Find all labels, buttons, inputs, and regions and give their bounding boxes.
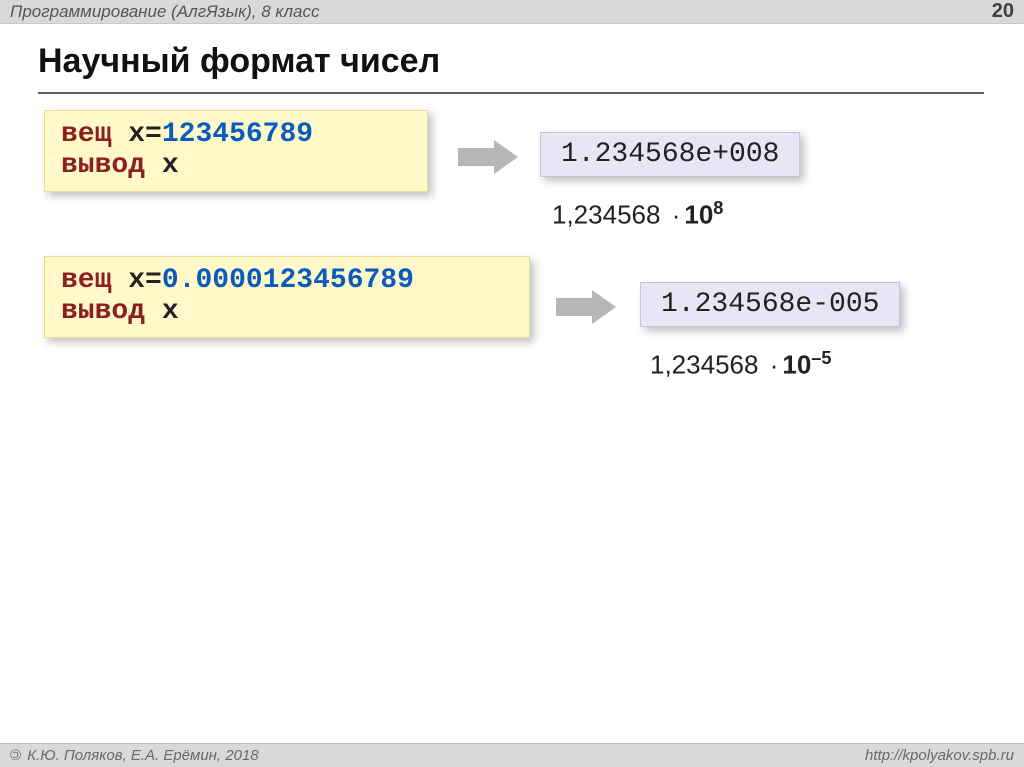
output-text: 1.234568e-005 bbox=[661, 289, 879, 320]
equals-sign: = bbox=[145, 119, 162, 150]
code-var: x bbox=[128, 119, 145, 150]
output-text: 1.234568e+008 bbox=[561, 139, 779, 170]
slide: Программирование (АлгЯзык), 8 класс 20 Н… bbox=[0, 0, 1024, 767]
math-notation-2: 1,234568 ·10–5 bbox=[650, 348, 832, 381]
code-var: x bbox=[162, 296, 179, 327]
arrow-icon bbox=[458, 140, 518, 174]
output-box-2: 1.234568e-005 bbox=[640, 282, 900, 327]
page-number: 20 bbox=[992, 0, 1014, 23]
code-line: вещ x=123456789 bbox=[61, 119, 411, 150]
math-base: 10 bbox=[684, 200, 713, 230]
math-dot: · bbox=[668, 200, 685, 230]
header-bar: Программирование (АлгЯзык), 8 класс 20 bbox=[0, 0, 1024, 24]
output-box-1: 1.234568e+008 bbox=[540, 132, 800, 177]
math-mantissa: 1,234568 bbox=[650, 350, 758, 380]
code-literal: 0.0000123456789 bbox=[162, 265, 414, 296]
keyword-type: вещ bbox=[61, 119, 111, 150]
code-line: вывод x bbox=[61, 296, 513, 327]
keyword-type: вещ bbox=[61, 265, 111, 296]
math-exponent: 8 bbox=[713, 198, 723, 218]
copyleft-icon: © bbox=[10, 747, 21, 764]
code-literal: 123456789 bbox=[162, 119, 313, 150]
arrow-icon bbox=[556, 290, 616, 324]
math-base: 10 bbox=[782, 350, 811, 380]
keyword-output: вывод bbox=[61, 296, 145, 327]
math-mantissa: 1,234568 bbox=[552, 200, 660, 230]
footer-url: http://kpolyakov.spb.ru bbox=[865, 747, 1014, 764]
code-line: вывод x bbox=[61, 150, 411, 181]
page-title: Научный формат чисел bbox=[38, 42, 440, 81]
footer-bar: © К.Ю. Поляков, Е.А. Ерёмин, 2018 http:/… bbox=[0, 743, 1024, 767]
title-underline bbox=[38, 92, 984, 94]
keyword-output: вывод bbox=[61, 150, 145, 181]
math-dot: · bbox=[766, 350, 783, 380]
code-box-1: вещ x=123456789 вывод x bbox=[44, 110, 428, 192]
code-var: x bbox=[162, 150, 179, 181]
equals-sign: = bbox=[145, 265, 162, 296]
breadcrumb: Программирование (АлгЯзык), 8 класс bbox=[10, 2, 320, 22]
code-line: вещ x=0.0000123456789 bbox=[61, 265, 513, 296]
footer-copyright: © К.Ю. Поляков, Е.А. Ерёмин, 2018 bbox=[10, 747, 259, 764]
code-box-2: вещ x=0.0000123456789 вывод x bbox=[44, 256, 530, 338]
math-exponent: –5 bbox=[811, 348, 831, 368]
code-var: x bbox=[128, 265, 145, 296]
math-notation-1: 1,234568 ·108 bbox=[552, 198, 723, 231]
